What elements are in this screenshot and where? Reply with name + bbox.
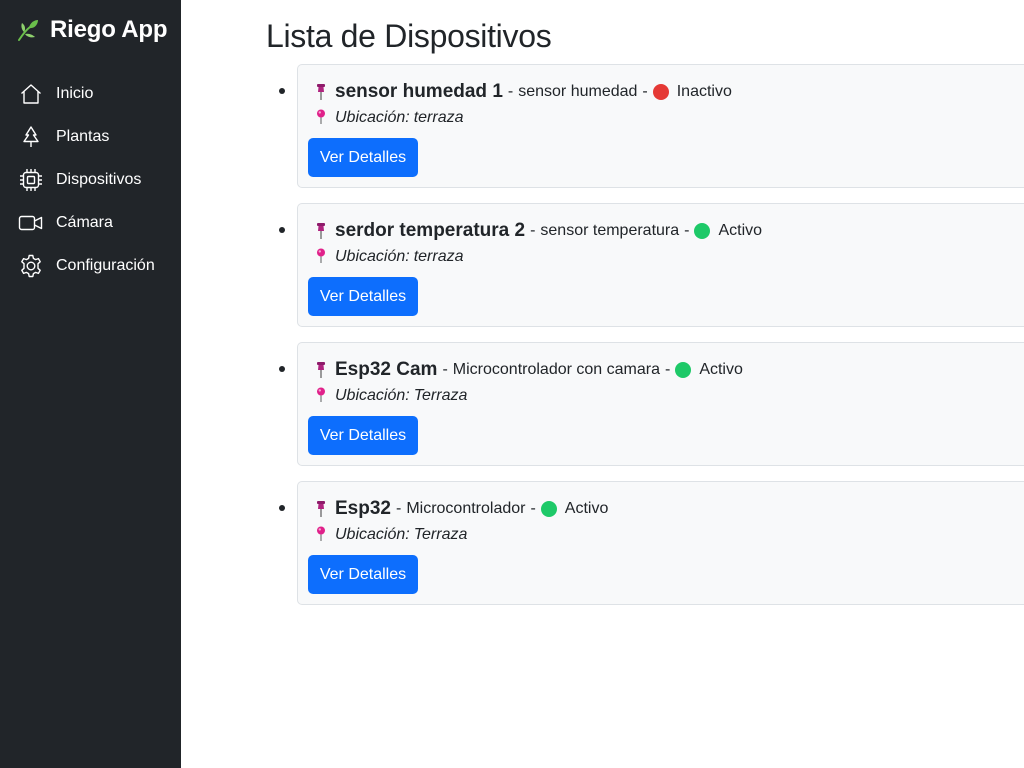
sidebar-item-camara[interactable]: Cámara bbox=[18, 201, 178, 244]
location-label: Ubicación: bbox=[335, 109, 410, 126]
pushpin-icon bbox=[314, 360, 328, 380]
list-item: Esp32 Cam - Microcontrolador con camara … bbox=[266, 342, 1024, 481]
separator: - bbox=[530, 222, 536, 239]
separator: - bbox=[507, 83, 514, 100]
device-type: Microcontrolador con camara bbox=[452, 361, 660, 378]
device-name: serdor temperatura 2 bbox=[335, 220, 526, 241]
sidebar-item-configuracion[interactable]: Configuración bbox=[18, 244, 178, 287]
device-card: Esp32 - Microcontrolador - Activo Ubicac… bbox=[297, 481, 1024, 605]
separator: - bbox=[642, 83, 648, 100]
round-pushpin-icon bbox=[314, 109, 328, 127]
device-name: Esp32 Cam bbox=[335, 359, 438, 380]
device-status: Activo bbox=[718, 222, 763, 239]
device-list: sensor humedad 1 - sensor humedad - Inac… bbox=[266, 64, 1024, 620]
round-pushpin-icon bbox=[314, 248, 328, 266]
location-value: Terraza bbox=[413, 387, 468, 404]
gear-icon bbox=[18, 253, 44, 279]
separator: - bbox=[664, 361, 671, 378]
pushpin-icon bbox=[314, 221, 328, 241]
view-details-button[interactable]: Ver Detalles bbox=[308, 555, 418, 594]
app-title: Riego App bbox=[50, 16, 168, 43]
tree-icon bbox=[18, 124, 44, 150]
list-item: Esp32 - Microcontrolador - Activo Ubicac… bbox=[266, 481, 1024, 620]
sidebar-nav: Inicio Plantas Dispositivos Cámara Confi… bbox=[18, 72, 178, 287]
list-bullet bbox=[279, 227, 285, 233]
status-dot-icon bbox=[540, 501, 557, 517]
round-pushpin-icon bbox=[314, 526, 328, 544]
sidebar: Riego App Inicio Plantas Dispositivos Cá… bbox=[0, 0, 181, 768]
device-card: serdor temperatura 2 - sensor temperatur… bbox=[297, 203, 1024, 327]
device-type: Microcontrolador bbox=[406, 500, 526, 517]
sidebar-item-plantas[interactable]: Plantas bbox=[18, 115, 178, 158]
view-details-button[interactable]: Ver Detalles bbox=[308, 277, 418, 316]
sidebar-item-label: Dispositivos bbox=[56, 170, 142, 188]
location-value: terraza bbox=[413, 109, 464, 126]
separator: - bbox=[684, 222, 690, 239]
separator: - bbox=[442, 361, 448, 378]
view-details-button[interactable]: Ver Detalles bbox=[308, 138, 418, 177]
device-type: sensor humedad bbox=[518, 83, 638, 100]
list-item: sensor humedad 1 - sensor humedad - Inac… bbox=[266, 64, 1024, 203]
status-dot-icon bbox=[652, 84, 669, 100]
round-pushpin-icon bbox=[314, 387, 328, 405]
list-bullet bbox=[279, 88, 285, 94]
status-dot-icon bbox=[694, 223, 711, 239]
sidebar-item-label: Configuración bbox=[56, 256, 155, 274]
device-card: sensor humedad 1 - sensor humedad - Inac… bbox=[297, 64, 1024, 188]
status-dot-icon bbox=[675, 362, 692, 378]
sidebar-item-label: Inicio bbox=[56, 84, 94, 102]
separator: - bbox=[395, 500, 402, 517]
device-type: sensor temperatura bbox=[540, 222, 680, 239]
device-status: Activo bbox=[699, 361, 743, 378]
location-value: Terraza bbox=[413, 526, 468, 543]
list-bullet bbox=[279, 366, 285, 372]
separator: - bbox=[530, 500, 536, 517]
main-content: Lista de Dispositivos sensor humedad 1 -… bbox=[266, 0, 1024, 768]
device-status: Activo bbox=[564, 500, 609, 517]
sidebar-item-dispositivos[interactable]: Dispositivos bbox=[18, 158, 178, 201]
sidebar-item-label: Cámara bbox=[56, 213, 113, 231]
sidebar-item-inicio[interactable]: Inicio bbox=[18, 72, 178, 115]
leaf-icon bbox=[16, 18, 40, 42]
page-title: Lista de Dispositivos bbox=[266, 18, 552, 54]
device-name: sensor humedad 1 bbox=[335, 81, 503, 102]
device-card: Esp32 Cam - Microcontrolador con camara … bbox=[297, 342, 1024, 466]
location-label: Ubicación: bbox=[335, 248, 410, 265]
device-name: Esp32 bbox=[335, 498, 391, 519]
brand[interactable]: Riego App bbox=[16, 14, 168, 46]
sidebar-item-label: Plantas bbox=[56, 127, 110, 145]
location-label: Ubicación: bbox=[335, 526, 410, 543]
list-item: serdor temperatura 2 - sensor temperatur… bbox=[266, 203, 1024, 342]
house-icon bbox=[18, 81, 44, 107]
location-value: terraza bbox=[413, 248, 464, 265]
pushpin-icon bbox=[314, 499, 328, 519]
list-bullet bbox=[279, 505, 285, 511]
camera-video-icon bbox=[18, 210, 44, 236]
cpu-icon bbox=[18, 167, 44, 193]
location-label: Ubicación: bbox=[335, 387, 410, 404]
pushpin-icon bbox=[314, 82, 328, 102]
device-status: Inactivo bbox=[676, 83, 732, 100]
view-details-button[interactable]: Ver Detalles bbox=[308, 416, 418, 455]
